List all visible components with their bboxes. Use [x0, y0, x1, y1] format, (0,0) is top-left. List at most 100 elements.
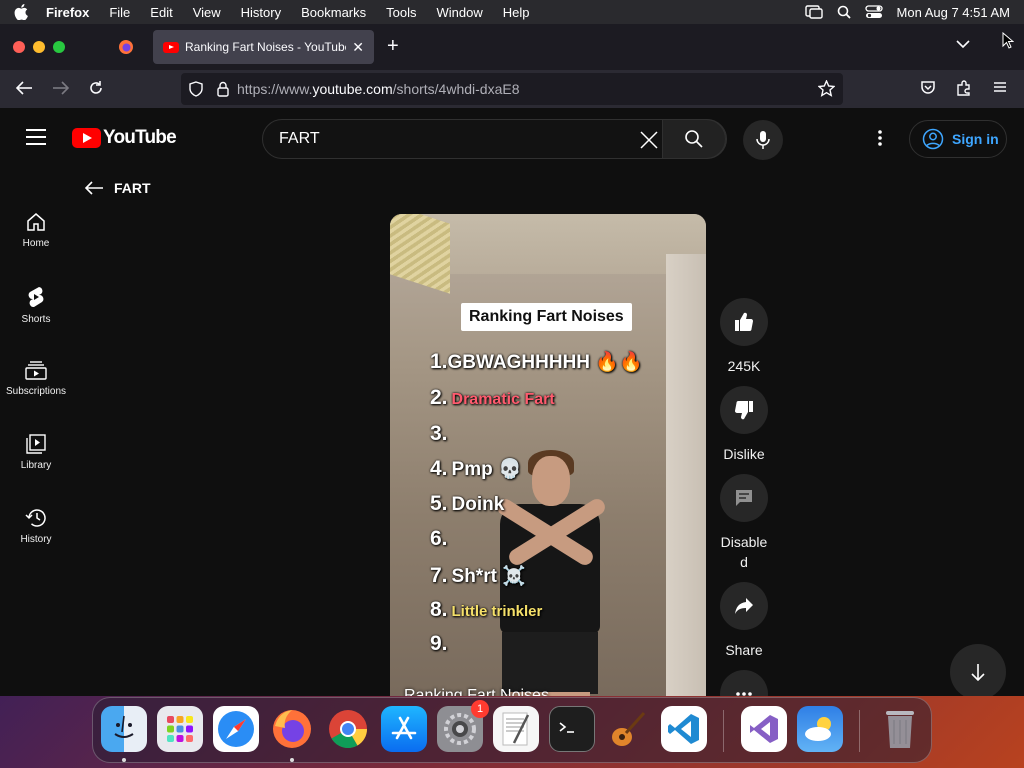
thumbs-down-icon [734, 401, 753, 420]
lock-icon[interactable] [217, 81, 229, 97]
menubar-clock[interactable]: Mon Aug 7 4:51 AM [897, 5, 1010, 20]
guide-item-history[interactable]: History [0, 508, 72, 545]
close-window-button[interactable] [13, 41, 25, 53]
dock-textedit[interactable] [493, 706, 539, 752]
history-icon [25, 509, 46, 527]
screen-mirroring-icon[interactable] [804, 5, 823, 19]
dock-vscode[interactable] [661, 706, 707, 752]
dock-visual-studio[interactable] [741, 706, 787, 752]
dislike-button[interactable]: Dislike [720, 386, 768, 464]
rank-6: 6. [430, 527, 448, 550]
dock-chrome[interactable] [325, 706, 371, 752]
dock-safari[interactable] [213, 706, 259, 752]
comments-button[interactable]: Disable d [720, 474, 768, 572]
search-button[interactable] [662, 119, 726, 159]
finder-icon [114, 715, 134, 738]
youtube-page: YouTube Sign in Home [0, 108, 1024, 696]
forward-icon[interactable] [52, 80, 70, 96]
menu-help[interactable]: Help [503, 5, 530, 20]
minimize-window-button[interactable] [33, 41, 45, 53]
guide-item-subscriptions[interactable]: Subscriptions [0, 360, 72, 397]
search-input[interactable] [279, 130, 609, 148]
menu-history[interactable]: History [241, 5, 281, 20]
like-button[interactable]: 245K [720, 298, 768, 376]
thumbs-up-icon [735, 312, 754, 331]
rank-9: 9. [430, 632, 448, 655]
list-all-tabs-icon[interactable] [956, 40, 970, 49]
reload-icon[interactable] [88, 80, 104, 96]
spotlight-search-icon[interactable] [837, 5, 851, 19]
guide-label: Subscriptions [5, 386, 67, 397]
dock-finder[interactable] [101, 706, 147, 752]
bookmark-star-icon[interactable] [818, 80, 835, 97]
more-actions-button[interactable] [720, 670, 768, 696]
app-menu-icon[interactable] [992, 80, 1008, 94]
firefox-icon [273, 710, 311, 748]
menu-view[interactable]: View [193, 5, 221, 20]
youtube-masthead: YouTube Sign in [0, 108, 1024, 164]
guide-label: Library [20, 460, 52, 471]
like-count: 245K [727, 358, 761, 374]
menu-tools[interactable]: Tools [386, 5, 416, 20]
navigation-toolbar: https://www.youtube.com/shorts/4whdi-dxa… [0, 70, 1024, 108]
zoom-window-button[interactable] [53, 41, 65, 53]
shorts-video-player[interactable]: Ranking Fart Noises 1.GBWAGHHHHH 🔥🔥 2. Dr… [390, 214, 706, 696]
guide-item-shorts[interactable]: Shorts [0, 286, 72, 325]
rank-5: 5. Doink [430, 492, 505, 515]
more-horizontal-icon [736, 692, 752, 696]
menu-file[interactable]: File [109, 5, 130, 20]
dock-trash[interactable] [877, 706, 923, 752]
share-button[interactable]: Share [720, 582, 768, 660]
share-icon [735, 598, 753, 614]
library-icon [26, 434, 46, 454]
search-icon [685, 130, 703, 148]
running-indicator [290, 758, 294, 762]
sign-in-button[interactable]: Sign in [909, 120, 1007, 158]
guitar-icon [612, 711, 646, 746]
close-tab-icon[interactable]: ✕ [352, 39, 364, 56]
settings-more-icon[interactable] [878, 130, 882, 146]
next-short-button[interactable] [950, 644, 1006, 696]
dock-system-settings[interactable]: 1 [437, 700, 489, 752]
tracking-protection-shield-icon[interactable] [189, 81, 203, 97]
shorts-video-title[interactable]: Ranking Fart Noises [404, 687, 549, 696]
dock-separator [859, 710, 860, 752]
dock-terminal[interactable] [549, 706, 595, 752]
firefox-view-icon[interactable] [118, 39, 134, 55]
menu-edit[interactable]: Edit [150, 5, 172, 20]
dock-app-store[interactable] [381, 706, 427, 752]
window-controls [13, 41, 65, 53]
menu-firefox[interactable]: Firefox [46, 5, 89, 20]
person-shorts [502, 632, 598, 694]
new-tab-icon[interactable]: + [387, 35, 399, 58]
youtube-logo[interactable]: YouTube [72, 127, 177, 149]
clear-search-icon[interactable] [639, 130, 659, 150]
menu-window[interactable]: Window [437, 5, 483, 20]
rank-8: 8. Little trinkler [430, 598, 543, 621]
address-bar[interactable]: https://www.youtube.com/shorts/4whdi-dxa… [181, 73, 843, 105]
dock-launchpad[interactable] [157, 706, 203, 752]
launchpad-icon [167, 716, 193, 742]
app-store-icon [391, 716, 417, 740]
trash-icon [886, 711, 914, 748]
back-to-search-button[interactable]: FART [84, 180, 151, 196]
guide-label: Home [22, 238, 50, 249]
back-icon[interactable] [15, 80, 33, 96]
control-center-icon[interactable] [864, 5, 883, 19]
home-icon [27, 213, 45, 231]
rank-3: 3. [430, 422, 448, 445]
pocket-icon[interactable] [920, 80, 936, 96]
guide-menu-icon[interactable] [26, 129, 46, 150]
guide-item-library[interactable]: Library [0, 434, 72, 471]
voice-search-button[interactable] [743, 120, 783, 160]
dock-weather[interactable] [797, 706, 843, 752]
textedit-icon [502, 712, 530, 746]
search-box [262, 119, 727, 159]
dock-firefox[interactable] [269, 706, 315, 752]
guide-item-home[interactable]: Home [0, 212, 72, 249]
apple-icon[interactable] [14, 4, 28, 20]
extensions-icon[interactable] [956, 80, 972, 96]
tab-youtube-shorts[interactable]: Ranking Fart Noises - YouTube ✕ [153, 30, 374, 64]
menu-bookmarks[interactable]: Bookmarks [301, 5, 366, 20]
dock-garageband[interactable] [605, 706, 651, 752]
